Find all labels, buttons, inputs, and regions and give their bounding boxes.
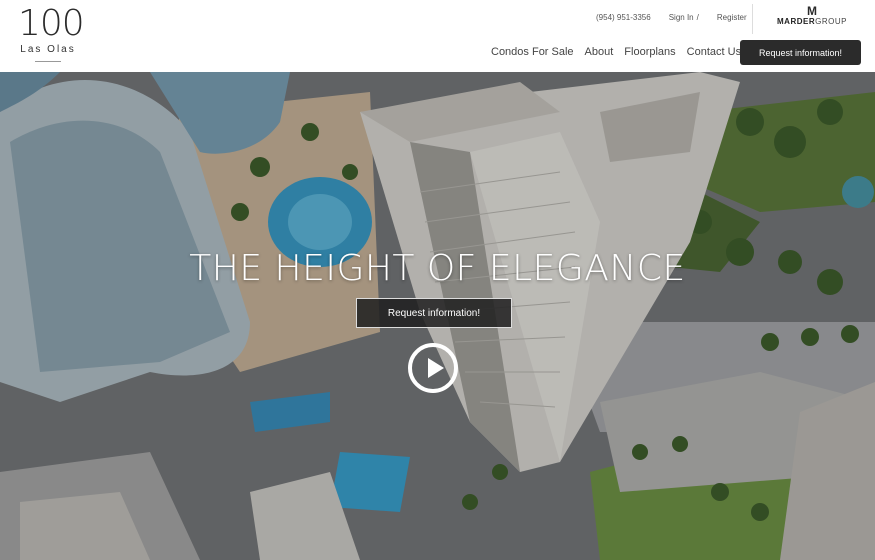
nav-item-contact-us[interactable]: Contact Us <box>687 46 741 58</box>
marder-group-logo[interactable]: M MARDERGROUP <box>773 5 851 26</box>
nav-item-condos-for-sale[interactable]: Condos For Sale <box>491 46 574 58</box>
phone-link[interactable]: (954) 951-3356 <box>596 13 651 22</box>
account-links: Sign In / <box>669 13 699 22</box>
top-links: (954) 951-3356 Sign In / Register <box>596 13 747 22</box>
brand-mark-icon: M <box>807 4 817 18</box>
hero-section: THE HEIGHT OF ELEGANCE Request informati… <box>0 72 875 560</box>
main-nav: Condos For Sale About Floorplans Contact… <box>491 46 741 58</box>
header-divider <box>752 4 753 34</box>
nav-item-floorplans[interactable]: Floorplans <box>624 46 675 58</box>
sign-in-link[interactable]: Sign In <box>669 13 694 22</box>
play-icon[interactable] <box>408 343 458 393</box>
link-separator: / <box>696 13 699 22</box>
request-info-button[interactable]: Request information! <box>740 40 861 65</box>
hero-headline: THE HEIGHT OF ELEGANCE <box>189 248 686 289</box>
nav-item-about[interactable]: About <box>585 46 614 58</box>
register-link[interactable]: Register <box>717 13 747 22</box>
brand-name: MARDERGROUP <box>777 17 847 26</box>
logo-number: 100 <box>18 3 85 44</box>
hero-request-info-button[interactable]: Request information! <box>356 298 512 328</box>
logo-name: Las Olas <box>20 44 76 55</box>
site-logo[interactable]: 100 Las Olas <box>18 3 85 62</box>
logo-underline <box>35 61 61 62</box>
site-header: 100 Las Olas (954) 951-3356 Sign In / Re… <box>0 0 875 72</box>
